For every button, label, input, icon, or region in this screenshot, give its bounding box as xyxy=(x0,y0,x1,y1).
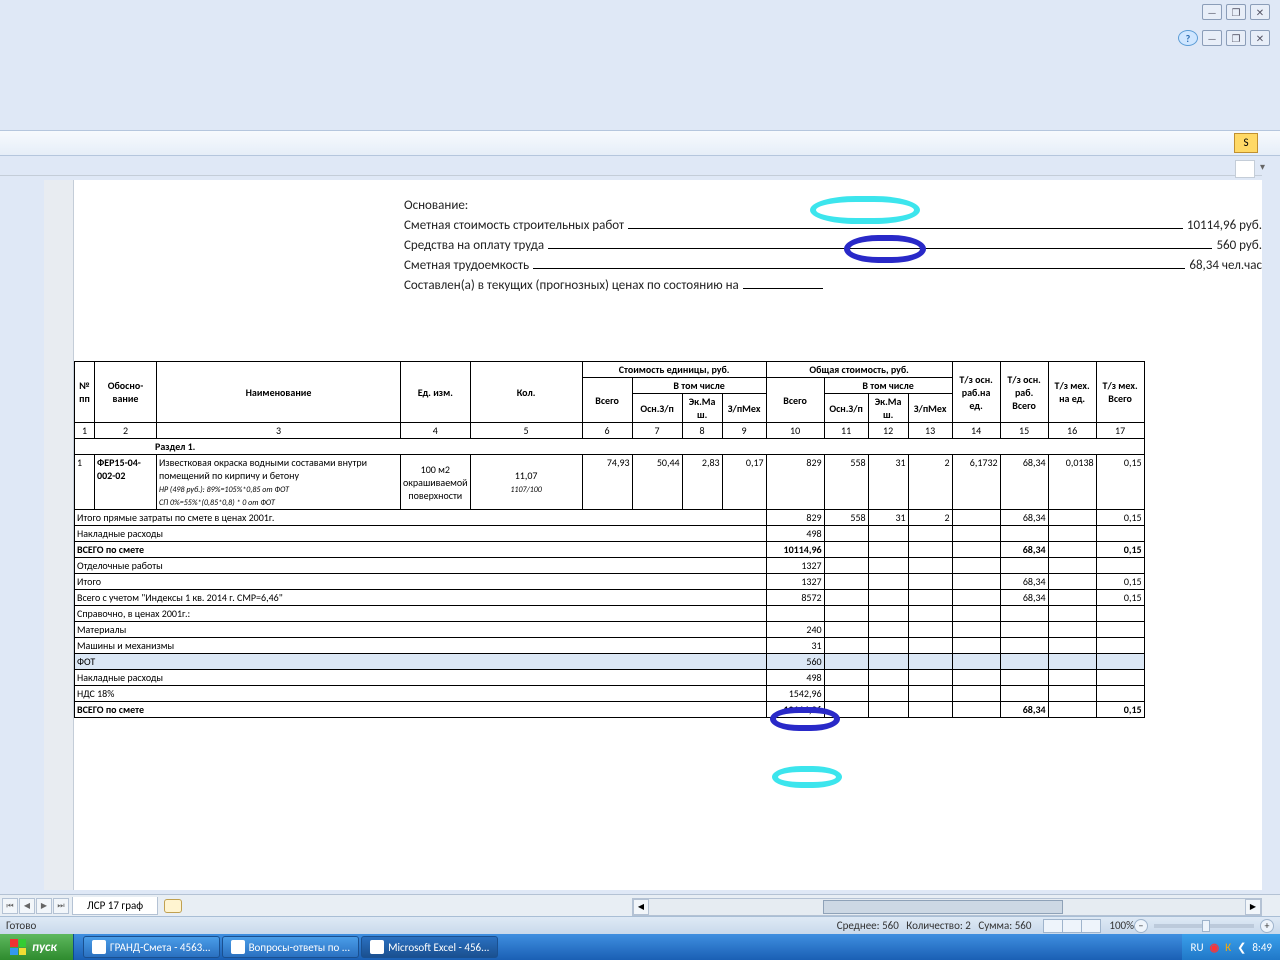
sheet-tab-active[interactable]: ЛСР 17 граф xyxy=(72,897,158,915)
summary-row: Всего с учетом "Индексы 1 кв. 2014 г. СМ… xyxy=(75,590,1145,606)
clock[interactable]: 8:49 xyxy=(1252,941,1272,954)
summary-row: Материалы240 xyxy=(75,622,1145,638)
next-sheet-button[interactable]: ▶ xyxy=(36,898,52,914)
minimize-button[interactable]: — xyxy=(1202,4,1222,20)
new-sheet-button[interactable] xyxy=(164,899,182,913)
formula-bar[interactable] xyxy=(0,156,1262,176)
summary-row: ВСЕГО по смете10114,9668,340,15 xyxy=(75,542,1145,558)
status-ready: Готово xyxy=(6,919,36,932)
inner-window-controls: ? — ❐ ✕ xyxy=(1178,30,1270,46)
view-buttons xyxy=(1044,919,1101,933)
annotation-cyan-2 xyxy=(772,766,842,788)
formula-expand[interactable] xyxy=(1235,160,1255,178)
document-header: Основание: Сметная стоимость строительны… xyxy=(404,196,1262,296)
summary-row: Машины и механизмы31 xyxy=(75,638,1145,654)
app-icon xyxy=(92,940,106,954)
ribbon-s-button[interactable]: S xyxy=(1234,133,1258,153)
status-count: Количество: 2 xyxy=(906,919,971,932)
windows-icon xyxy=(10,939,26,955)
app-icon xyxy=(231,940,245,954)
first-sheet-button[interactable]: ⏮ xyxy=(2,898,18,914)
taskbar-button[interactable]: Вопросы-ответы по ... xyxy=(222,936,360,958)
app-icon xyxy=(370,940,384,954)
close-button[interactable]: ✕ xyxy=(1250,30,1270,46)
close-button[interactable]: ✕ xyxy=(1250,4,1270,20)
basis-label: Основание: xyxy=(404,196,468,216)
outer-window-controls: — ❐ ✕ xyxy=(1202,4,1270,20)
summary-row: Справочно, в ценах 2001г.: xyxy=(75,606,1145,622)
taskbar-button[interactable]: Microsoft Excel - 456... xyxy=(361,936,498,958)
ribbon-strip: S xyxy=(0,130,1280,156)
summary-row: ФОТ560 xyxy=(75,654,1145,670)
prev-sheet-button[interactable]: ◀ xyxy=(19,898,35,914)
minimize-button[interactable]: — xyxy=(1202,30,1222,46)
data-row: 1 ФЕР15-04-002-02 Известковая окраска во… xyxy=(75,455,1145,510)
row-headers: 414243444546 xyxy=(44,180,74,890)
zoom-in-button[interactable]: + xyxy=(1260,919,1274,933)
taskbar-button[interactable]: ГРАНД-Смета - 4563... xyxy=(83,936,220,958)
summary-row: Итого132768,340,15 xyxy=(75,574,1145,590)
worksheet-area: 414243444546 □↓ Основание: Сметная стоим… xyxy=(44,180,1262,890)
tray-icon[interactable]: К xyxy=(1225,941,1231,954)
tray-icon[interactable]: ❮ xyxy=(1237,941,1246,954)
scroll-thumb[interactable] xyxy=(823,900,1063,914)
section-header: Раздел 1. xyxy=(75,439,1145,455)
zoom-slider[interactable] xyxy=(1154,924,1254,928)
scroll-left-button[interactable]: ◀ xyxy=(633,899,649,915)
sheet-tabs-bar: ⏮ ◀ ▶ ⏭ ЛСР 17 граф ◀ ▶ xyxy=(0,894,1280,916)
start-button[interactable]: пуск xyxy=(0,934,74,960)
maximize-button[interactable]: ❐ xyxy=(1226,4,1246,20)
summary-row: Накладные расходы498 xyxy=(75,670,1145,686)
summary-row: Итого прямые затраты по смете в ценах 20… xyxy=(75,510,1145,526)
formula-chevron-icon[interactable]: ▾ xyxy=(1260,160,1265,173)
system-tray: RU ◉ К ❮ 8:49 xyxy=(1182,934,1280,960)
summary-row: ВСЕГО по смете10114,9668,340,15 xyxy=(75,702,1145,718)
restore-button[interactable]: ❐ xyxy=(1226,30,1246,46)
page-layout-button[interactable] xyxy=(1062,919,1082,933)
status-bar: Готово Среднее: 560 Количество: 2 Сумма:… xyxy=(0,916,1280,934)
scroll-right-button[interactable]: ▶ xyxy=(1245,899,1261,915)
status-sum: Сумма: 560 xyxy=(978,919,1031,932)
zoom-out-button[interactable]: − xyxy=(1134,919,1148,933)
status-average: Среднее: 560 xyxy=(837,919,899,932)
language-indicator[interactable]: RU xyxy=(1190,941,1203,954)
summary-row: НДС 18%1542,96 xyxy=(75,686,1145,702)
last-sheet-button[interactable]: ⏭ xyxy=(53,898,69,914)
tray-icon[interactable]: ◉ xyxy=(1210,941,1220,954)
normal-view-button[interactable] xyxy=(1043,919,1063,933)
page-break-button[interactable] xyxy=(1081,919,1101,933)
summary-row: Отделочные работы1327 xyxy=(75,558,1145,574)
zoom-percent[interactable]: 100% xyxy=(1109,919,1134,932)
sheet-nav: ⏮ ◀ ▶ ⏭ xyxy=(2,898,70,914)
summary-row: Накладные расходы498 xyxy=(75,526,1145,542)
horizontal-scrollbar[interactable]: ◀ ▶ xyxy=(632,898,1262,916)
estimate-table[interactable]: № пп Обосно- вание Наименование Ед. изм.… xyxy=(74,361,1145,718)
taskbar: пуск ГРАНД-Смета - 4563...Вопросы-ответы… xyxy=(0,934,1280,960)
help-button[interactable]: ? xyxy=(1178,30,1198,46)
